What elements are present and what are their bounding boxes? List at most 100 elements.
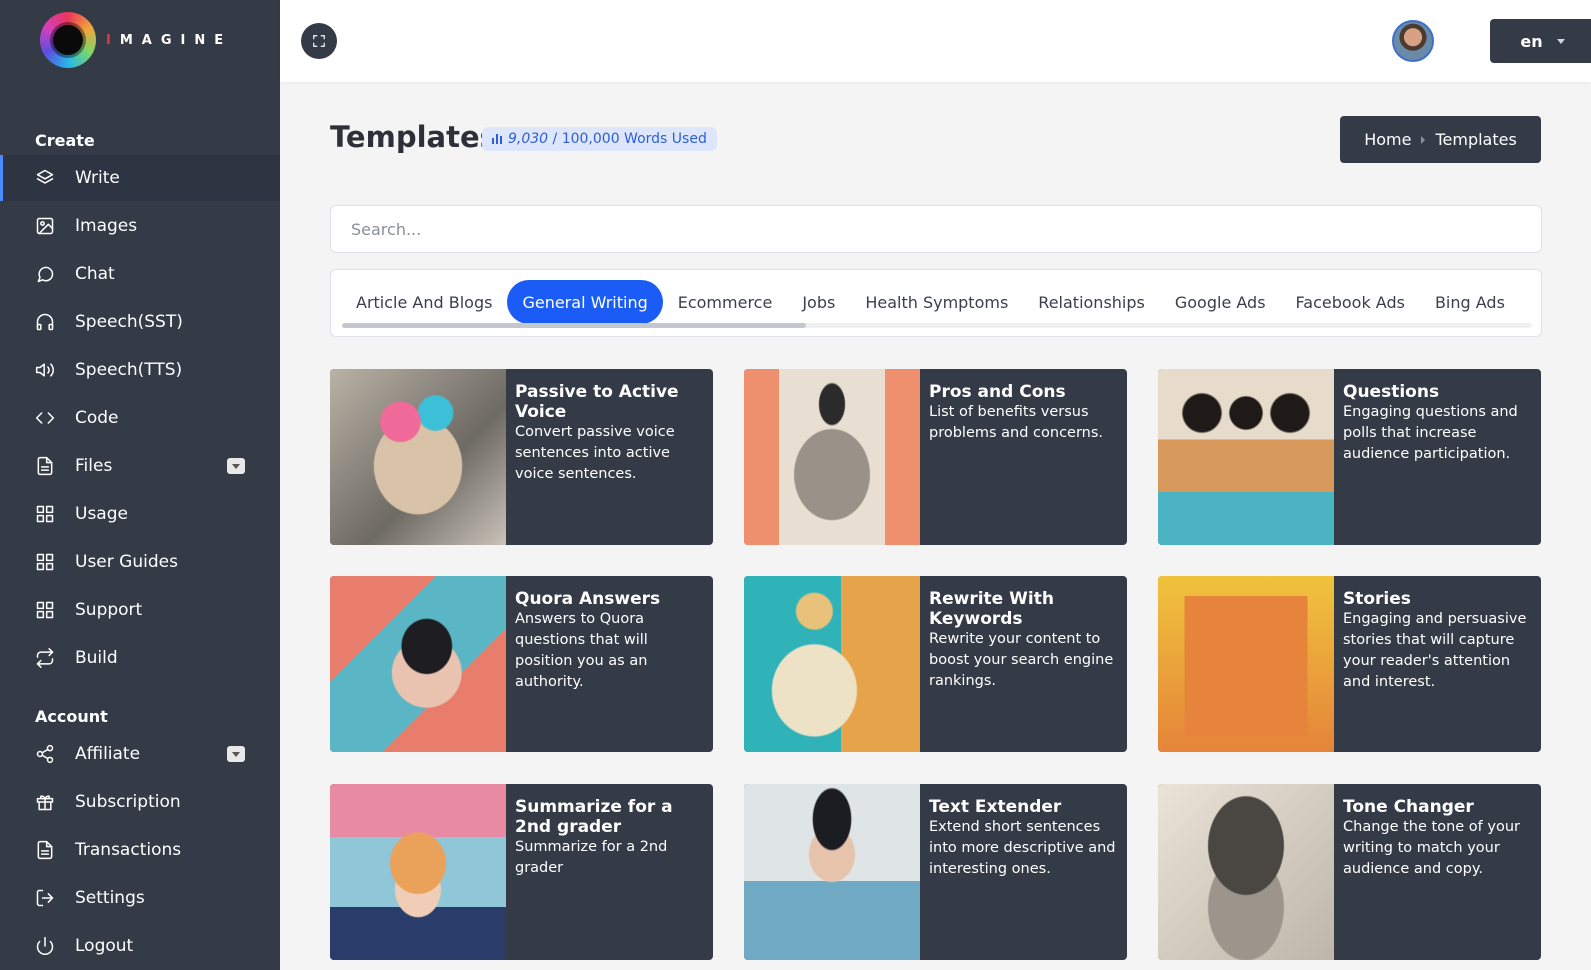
- gift-icon: [35, 792, 55, 812]
- tab-ecommerce[interactable]: Ecommerce: [663, 280, 788, 324]
- share-icon: [35, 744, 55, 764]
- card-description: Engaging questions and polls that increa…: [1343, 404, 1518, 462]
- caret-down-icon: [1556, 38, 1565, 44]
- template-card-passive-to-active[interactable]: Passive to Active Voice Convert passive …: [330, 369, 713, 545]
- breadcrumb: Home Templates: [1340, 116, 1541, 163]
- sidebar-item-label: Affiliate: [75, 744, 141, 764]
- sidebar-item-speech-sst[interactable]: Speech(SST): [0, 299, 280, 345]
- topbar: en: [280, 0, 1591, 82]
- sidebar-item-affiliate[interactable]: Affiliate: [0, 731, 280, 777]
- card-description: Answers to Quora questions that will pos…: [515, 611, 648, 690]
- card-image: [330, 784, 506, 960]
- breadcrumb-home[interactable]: Home: [1364, 130, 1411, 149]
- tabs-fade: [1533, 270, 1541, 320]
- card-title: Passive to Active Voice: [515, 382, 679, 422]
- tab-health-symptoms[interactable]: Health Symptoms: [850, 280, 1023, 324]
- tabs-row: Article And Blogs General Writing Ecomme…: [341, 280, 1541, 324]
- card-title: Text Extender: [929, 797, 1062, 817]
- card-description: Extend short sentences into more descrip…: [929, 819, 1116, 877]
- logo-text: IMAGINE: [106, 32, 233, 48]
- words-used: 9,030: [508, 131, 549, 147]
- sidebar-item-files[interactable]: Files: [0, 443, 280, 489]
- card-body: Rewrite With Keywords Rewrite your conte…: [929, 589, 1117, 692]
- file-icon: [35, 840, 55, 860]
- card-body: Text Extender Extend short sentences int…: [929, 797, 1117, 880]
- power-icon: [35, 936, 55, 956]
- template-card-quora-answers[interactable]: Quora Answers Answers to Quora questions…: [330, 576, 713, 752]
- sidebar-item-speech-tts[interactable]: Speech(TTS): [0, 347, 280, 393]
- grid-icon: [35, 600, 55, 620]
- sidebar-item-label: User Guides: [75, 552, 178, 572]
- logo[interactable]: IMAGINE: [40, 12, 232, 68]
- sidebar-item-user-guides[interactable]: User Guides: [0, 539, 280, 585]
- sidebar: IMAGINE Create Write Images Chat Speech(…: [0, 0, 280, 970]
- headphones-icon: [35, 312, 55, 332]
- bar-chart-icon: [492, 134, 502, 144]
- card-description: Engaging and persuasive stories that wil…: [1343, 611, 1527, 690]
- words-total: / 100,000 Words Used: [552, 131, 707, 147]
- card-image: [744, 369, 920, 545]
- sidebar-item-usage[interactable]: Usage: [0, 491, 280, 537]
- tab-facebook-ads[interactable]: Facebook Ads: [1281, 280, 1420, 324]
- sidebar-item-logout[interactable]: Logout: [0, 923, 280, 969]
- language-label: en: [1520, 31, 1543, 51]
- sidebar-item-label: Write: [75, 168, 120, 188]
- language-dropdown[interactable]: en: [1490, 19, 1591, 63]
- chevron-right-icon: [1421, 135, 1426, 144]
- fullscreen-button[interactable]: [301, 23, 337, 59]
- template-card-questions[interactable]: Questions Engaging questions and polls t…: [1158, 369, 1541, 545]
- category-tabs: Article And Blogs General Writing Ecomme…: [330, 269, 1542, 337]
- sidebar-item-settings[interactable]: Settings: [0, 875, 280, 921]
- card-image: [1158, 369, 1334, 545]
- template-card-summarize-2nd-grader[interactable]: Summarize for a 2nd grader Summarize for…: [330, 784, 713, 960]
- tab-relationships[interactable]: Relationships: [1023, 280, 1160, 324]
- tab-google-ads[interactable]: Google Ads: [1160, 280, 1281, 324]
- card-description: List of benefits versus problems and con…: [929, 404, 1104, 441]
- tab-jobs[interactable]: Jobs: [787, 280, 850, 324]
- sidebar-item-label: Usage: [75, 504, 128, 524]
- sidebar-item-label: Code: [75, 408, 119, 428]
- card-title: Pros and Cons: [929, 382, 1066, 402]
- words-usage-badge: 9,030 / 100,000 Words Used: [482, 127, 717, 151]
- sidebar-item-chat[interactable]: Chat: [0, 251, 280, 297]
- chevron-down-icon[interactable]: [227, 458, 245, 474]
- sidebar-item-support[interactable]: Support: [0, 587, 280, 633]
- repeat-icon: [35, 648, 55, 668]
- tab-bing-ads[interactable]: Bing Ads: [1420, 280, 1520, 324]
- template-card-tone-changer[interactable]: Tone Changer Change the tone of your wri…: [1158, 784, 1541, 960]
- page-title: Templates: [330, 120, 497, 154]
- sidebar-item-subscription[interactable]: Subscription: [0, 779, 280, 825]
- template-card-rewrite-with-keywords[interactable]: Rewrite With Keywords Rewrite your conte…: [744, 576, 1127, 752]
- tab-general-writing[interactable]: General Writing: [507, 280, 663, 324]
- card-description: Rewrite your content to boost your searc…: [929, 631, 1114, 689]
- sidebar-item-label: Chat: [75, 264, 115, 284]
- section-label-account: Account: [35, 707, 108, 726]
- tab-article-and-blogs[interactable]: Article And Blogs: [341, 280, 507, 324]
- speaker-icon: [35, 360, 55, 380]
- card-body: Questions Engaging questions and polls t…: [1343, 382, 1531, 465]
- logo-mark-icon: [40, 12, 96, 68]
- card-image: [744, 784, 920, 960]
- sidebar-item-write[interactable]: Write: [0, 155, 280, 201]
- template-card-text-extender[interactable]: Text Extender Extend short sentences int…: [744, 784, 1127, 960]
- chevron-down-icon[interactable]: [227, 746, 245, 762]
- sidebar-item-transactions[interactable]: Transactions: [0, 827, 280, 873]
- sidebar-item-label: Images: [75, 216, 138, 236]
- sidebar-item-build[interactable]: Build: [0, 635, 280, 681]
- sidebar-item-label: Transactions: [75, 840, 182, 860]
- avatar[interactable]: [1392, 20, 1434, 62]
- template-card-stories[interactable]: Stories Engaging and persuasive stories …: [1158, 576, 1541, 752]
- template-card-pros-and-cons[interactable]: Pros and Cons List of benefits versus pr…: [744, 369, 1127, 545]
- layers-icon: [35, 168, 55, 188]
- card-title: Rewrite With Keywords: [929, 589, 1054, 629]
- sidebar-item-images[interactable]: Images: [0, 203, 280, 249]
- search-input[interactable]: [330, 205, 1542, 253]
- card-title: Questions: [1343, 382, 1440, 402]
- card-body: Summarize for a 2nd grader Summarize for…: [515, 797, 703, 879]
- sidebar-item-label: Files: [75, 456, 113, 476]
- sidebar-item-label: Settings: [75, 888, 145, 908]
- sidebar-item-code[interactable]: Code: [0, 395, 280, 441]
- sidebar-item-label: Speech(SST): [75, 312, 183, 332]
- tabs-scrollbar-thumb[interactable]: [342, 323, 806, 328]
- sidebar-item-label: Logout: [75, 936, 134, 956]
